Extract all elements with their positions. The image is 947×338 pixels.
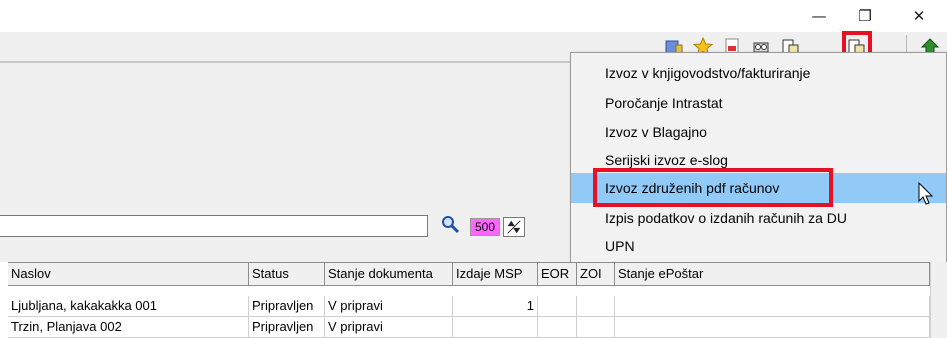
column-header-stanje-dokumenta[interactable]: Stanje dokumenta — [325, 262, 453, 286]
menu-item-export-accounting[interactable]: Izvoz v knjigovodstvo/fakturiranje — [571, 58, 946, 88]
table-cell[interactable] — [453, 317, 538, 338]
column-header-naslov[interactable]: Naslov — [8, 262, 249, 286]
menu-highlight — [593, 168, 833, 207]
menu-item-intrastat[interactable]: Poročanje Intrastat — [571, 88, 946, 118]
table-cell[interactable] — [538, 317, 577, 338]
table-scrollbar[interactable] — [930, 262, 947, 338]
column-header-izdaje-msp[interactable]: Izdaje MSP — [453, 262, 538, 286]
limit-stepper-icon[interactable] — [503, 217, 525, 237]
limit-field[interactable]: 500 — [470, 218, 500, 236]
table-cell[interactable] — [577, 317, 615, 338]
close-button[interactable]: ✕ — [896, 0, 942, 32]
column-header-status[interactable]: Status — [249, 262, 325, 286]
column-header-stanje-epostar[interactable]: Stanje ePoštar — [615, 262, 930, 286]
table-cell[interactable] — [577, 296, 615, 317]
column-header-eor[interactable]: EOR — [538, 262, 577, 286]
search-icon[interactable] — [440, 214, 460, 234]
mouse-cursor-icon — [918, 182, 934, 205]
invoice-table: Naslov Status Stanje dokumenta Izdaje MS… — [0, 262, 947, 338]
table-cell[interactable]: Ljubljana, kakakakka 001 — [8, 296, 249, 317]
export-menu: Izvoz v knjigovodstvo/fakturiranje Poroč… — [570, 52, 947, 270]
minimize-button[interactable]: — — [796, 0, 842, 32]
filter-panel: 500 — [0, 62, 570, 260]
table-cell[interactable]: Trzin, Planjava 002 — [8, 317, 249, 338]
title-bar: — ❐ ✕ — [0, 0, 947, 32]
menu-item-upn[interactable]: UPN — [571, 231, 946, 261]
restore-button[interactable]: ❐ — [842, 0, 888, 32]
table-cell[interactable]: V pripravi — [325, 317, 453, 338]
column-header-zoi[interactable]: ZOI — [577, 262, 615, 286]
menu-item-export-cashbox[interactable]: Izvoz v Blagajno — [571, 117, 946, 147]
table-cell[interactable]: V pripravi — [325, 296, 453, 317]
menu-item-invoices-du[interactable]: Izpis podatkov o izdanih računih za DU — [571, 203, 946, 233]
table-cell[interactable] — [538, 296, 577, 317]
table-cell[interactable] — [615, 317, 930, 338]
table-cell[interactable]: Pripravljen — [249, 296, 325, 317]
table-cell[interactable]: Pripravljen — [249, 317, 325, 338]
table-cell[interactable]: 1 — [453, 296, 538, 317]
table-cell[interactable] — [615, 296, 930, 317]
search-input[interactable] — [0, 215, 428, 237]
